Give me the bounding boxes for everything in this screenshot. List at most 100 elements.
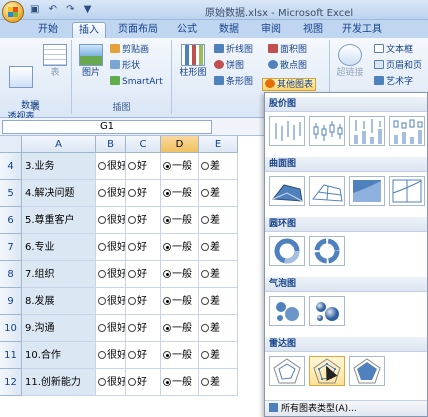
tab-home[interactable]: 开始 [28,22,68,38]
row-header[interactable]: 9 [0,288,22,315]
name-box[interactable]: G1 [2,120,212,134]
line-chart-button[interactable]: 折线图 [214,44,253,57]
radio-button-icon[interactable] [201,297,209,305]
radio-button-icon[interactable] [98,297,106,305]
rating-option[interactable]: 好 [126,261,161,288]
criterion-cell[interactable]: 10.合作 [22,342,96,369]
radio-button-icon[interactable] [163,216,171,224]
radio-button-icon[interactable] [98,216,106,224]
rating-option[interactable]: 一般 [161,315,199,342]
row-header[interactable]: 8 [0,261,22,288]
rating-option[interactable]: 很好 [96,369,126,396]
rating-option[interactable]: 差 [199,180,238,207]
column-header-b[interactable]: B [96,136,126,153]
header-footer-button[interactable]: 页眉和页 [374,60,422,73]
column-header-d[interactable]: D [161,136,199,153]
radio-button-icon[interactable] [163,162,171,170]
radio-button-icon[interactable] [163,351,171,359]
rating-option[interactable]: 很好 [96,315,126,342]
radio-button-icon[interactable] [128,297,136,305]
rating-option[interactable]: 差 [199,369,238,396]
table-button[interactable]: 表 [42,44,68,79]
quick-access-toolbar[interactable]: ▣ ↶ ↷ ▼ [30,4,94,15]
radio-button-icon[interactable] [163,324,171,332]
rating-option[interactable]: 一般 [161,261,199,288]
wordart-button[interactable]: 艺术字 [374,76,413,89]
surface-3d-thumb[interactable] [269,176,305,206]
criterion-cell[interactable]: 7.组织 [22,261,96,288]
column-chart-button[interactable]: 柱形图 [176,44,210,79]
row-header[interactable]: 6 [0,207,22,234]
clipart-button[interactable]: 剪贴画 [110,44,149,57]
tab-data[interactable]: 数据 [212,22,246,38]
bubble-3d-thumb[interactable] [309,296,345,326]
rating-option[interactable]: 一般 [161,288,199,315]
radio-button-icon[interactable] [98,270,106,278]
radio-button-icon[interactable] [128,243,136,251]
rating-option[interactable]: 一般 [161,207,199,234]
radio-button-icon[interactable] [201,243,209,251]
radio-button-icon[interactable] [128,351,136,359]
other-charts-button[interactable]: 其他图表 [262,78,317,91]
rating-option[interactable]: 一般 [161,342,199,369]
tab-formulas[interactable]: 公式 [170,22,204,38]
row-header[interactable]: 7 [0,234,22,261]
radio-button-icon[interactable] [128,216,136,224]
stock-vhlc-thumb[interactable] [349,116,385,146]
radio-button-icon[interactable] [201,162,209,170]
criterion-cell[interactable]: 5.尊重客户 [22,207,96,234]
tab-view[interactable]: 视图 [296,22,330,38]
rating-option[interactable]: 差 [199,288,238,315]
radio-button-icon[interactable] [98,162,106,170]
area-chart-button[interactable]: 面积图 [268,44,307,57]
select-all-corner[interactable] [0,136,22,153]
textbox-button[interactable]: 文本框 [374,44,413,57]
rating-option[interactable]: 好 [126,153,161,180]
radio-button-icon[interactable] [128,189,136,197]
bubble-thumb[interactable] [269,296,305,326]
office-button[interactable] [2,1,24,23]
radio-button-icon[interactable] [98,243,106,251]
rating-option[interactable]: 很好 [96,153,126,180]
rating-option[interactable]: 很好 [96,207,126,234]
row-header[interactable]: 10 [0,315,22,342]
rating-option[interactable]: 很好 [96,234,126,261]
radio-button-icon[interactable] [163,297,171,305]
radio-button-icon[interactable] [163,270,171,278]
rating-option[interactable]: 一般 [161,180,199,207]
row-header[interactable]: 12 [0,369,22,396]
tab-review[interactable]: 审阅 [254,22,288,38]
rating-option[interactable]: 很好 [96,261,126,288]
radio-button-icon[interactable] [163,378,171,386]
rating-option[interactable]: 差 [199,261,238,288]
picture-button[interactable]: 图片 [76,44,106,79]
rating-option[interactable]: 一般 [161,369,199,396]
rating-option[interactable]: 差 [199,153,238,180]
rating-option[interactable]: 好 [126,288,161,315]
column-header-a[interactable]: A [22,136,96,153]
criterion-cell[interactable]: 4.解决问题 [22,180,96,207]
tab-page-layout[interactable]: 页面布局 [112,22,164,38]
surface-wireframe-thumb[interactable] [309,176,345,206]
radio-button-icon[interactable] [128,162,136,170]
stock-hlc-thumb[interactable] [269,116,305,146]
rating-option[interactable]: 一般 [161,153,199,180]
radio-button-icon[interactable] [201,189,209,197]
scatter-chart-button[interactable]: 散点图 [268,60,307,73]
rating-option[interactable]: 好 [126,207,161,234]
rating-option[interactable]: 很好 [96,180,126,207]
radio-button-icon[interactable] [163,189,171,197]
radio-button-icon[interactable] [201,324,209,332]
radio-button-icon[interactable] [98,378,106,386]
criterion-cell[interactable]: 11.创新能力 [22,369,96,396]
rating-option[interactable]: 好 [126,234,161,261]
radio-button-icon[interactable] [128,378,136,386]
rating-option[interactable]: 好 [126,369,161,396]
criterion-cell[interactable]: 9.沟通 [22,315,96,342]
all-chart-types-button[interactable]: 所有图表类型(A)... [265,400,427,416]
rating-option[interactable]: 很好 [96,342,126,369]
rating-option[interactable]: 好 [126,342,161,369]
radar-thumb[interactable] [269,356,305,386]
criterion-cell[interactable]: 3.业务 [22,153,96,180]
radio-button-icon[interactable] [98,351,106,359]
